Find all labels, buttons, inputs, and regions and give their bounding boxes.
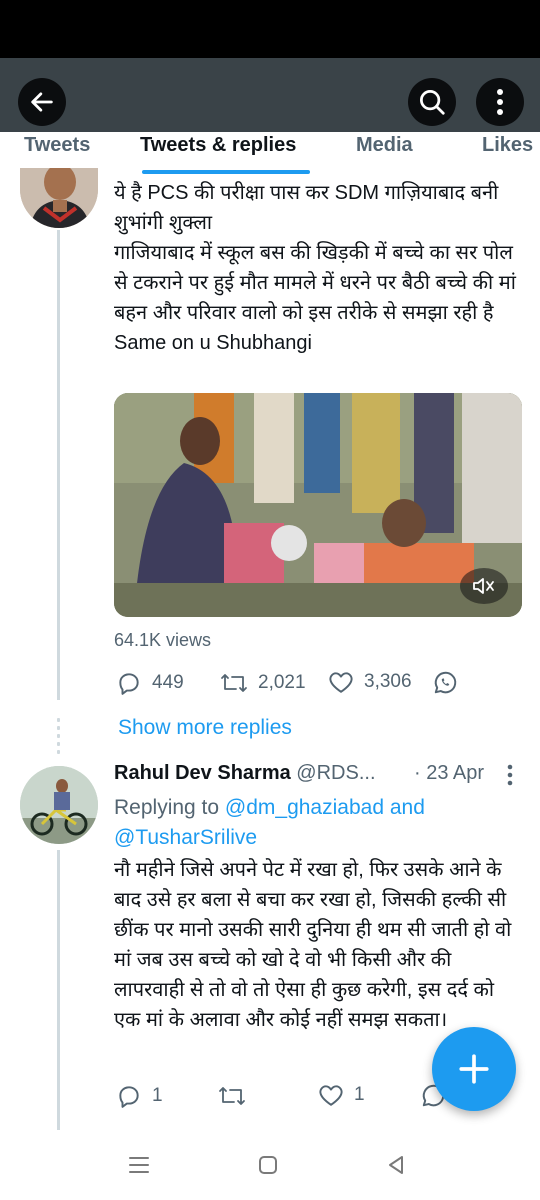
retweet-icon [219, 1087, 245, 1105]
mention-link[interactable]: @TusharSrilive [114, 826, 257, 849]
more-vertical-icon [497, 89, 503, 115]
reply-icon [119, 1086, 139, 1108]
view-count: 64.1K views [114, 630, 212, 650]
reply-button[interactable]: 1 [116, 1083, 163, 1109]
arrow-left-icon [31, 92, 53, 112]
retweet-count: 2,021 [258, 672, 306, 693]
retweet-button[interactable]: 2,021 [220, 670, 306, 696]
reply-count: 1 [152, 1085, 163, 1106]
tab-likes[interactable]: Likes [482, 134, 533, 157]
search-icon [420, 90, 445, 115]
tweet-header: Rahul Dev Sharma @RDS... · 23 Apr [114, 762, 534, 792]
author-handle[interactable]: @RDS... [296, 762, 375, 784]
thread-line [57, 230, 60, 700]
back-button[interactable] [18, 78, 66, 126]
like-count: 1 [354, 1084, 365, 1105]
back-nav-icon[interactable] [385, 1154, 407, 1176]
mention-link[interactable]: @dm_ghaziabad [225, 796, 384, 819]
author-name[interactable]: Rahul Dev Sharma [114, 762, 291, 784]
reply-icon [119, 673, 139, 695]
retweet-button[interactable] [218, 1083, 256, 1109]
compose-tweet-button[interactable] [432, 1027, 516, 1111]
recent-apps-icon[interactable] [128, 1154, 150, 1176]
status-bar [0, 0, 540, 58]
retweet-icon [221, 674, 247, 692]
mute-icon [473, 578, 494, 594]
tweet-date: · 23 Apr [414, 762, 485, 784]
thread-line [57, 850, 60, 1130]
heart-icon [329, 672, 353, 693]
mute-button[interactable] [460, 568, 508, 604]
home-icon[interactable] [257, 1154, 279, 1176]
tweet-text: नौ महीने जिसे अपने पेट में रखा हो, फिर उ… [114, 859, 517, 1031]
tab-tweets[interactable]: Tweets [24, 134, 90, 157]
system-nav-bar [0, 1140, 540, 1200]
tweet-text: ये है PCS की परीक्षा पास कर SDM गाज़ियाब… [114, 182, 516, 354]
replying-label: Replying to [114, 796, 225, 819]
plus-icon [459, 1054, 489, 1084]
reply-count: 449 [152, 672, 184, 693]
like-count: 3,306 [364, 671, 412, 692]
active-tab-indicator [142, 170, 310, 174]
tab-tweets-replies[interactable]: Tweets & replies [140, 134, 296, 157]
reply-button[interactable]: 449 [116, 670, 184, 696]
share-whatsapp-button[interactable] [432, 670, 468, 696]
thread-dotted-line [57, 716, 60, 756]
heart-icon [319, 1085, 343, 1106]
search-button[interactable] [408, 78, 456, 126]
replying-to: Replying to @dm_ghaziabad and @TusharSril… [114, 793, 534, 853]
more-options-button[interactable] [476, 78, 524, 126]
replying-and: and [384, 796, 425, 819]
like-button[interactable]: 3,306 [328, 670, 412, 694]
avatar[interactable] [20, 766, 98, 844]
show-more-replies-link[interactable]: Show more replies [118, 716, 292, 740]
tab-media[interactable]: Media [356, 134, 413, 157]
whatsapp-icon [434, 671, 457, 694]
like-button[interactable]: 1 [318, 1083, 365, 1107]
tweet-menu-icon[interactable] [506, 764, 514, 786]
avatar[interactable] [20, 168, 98, 228]
